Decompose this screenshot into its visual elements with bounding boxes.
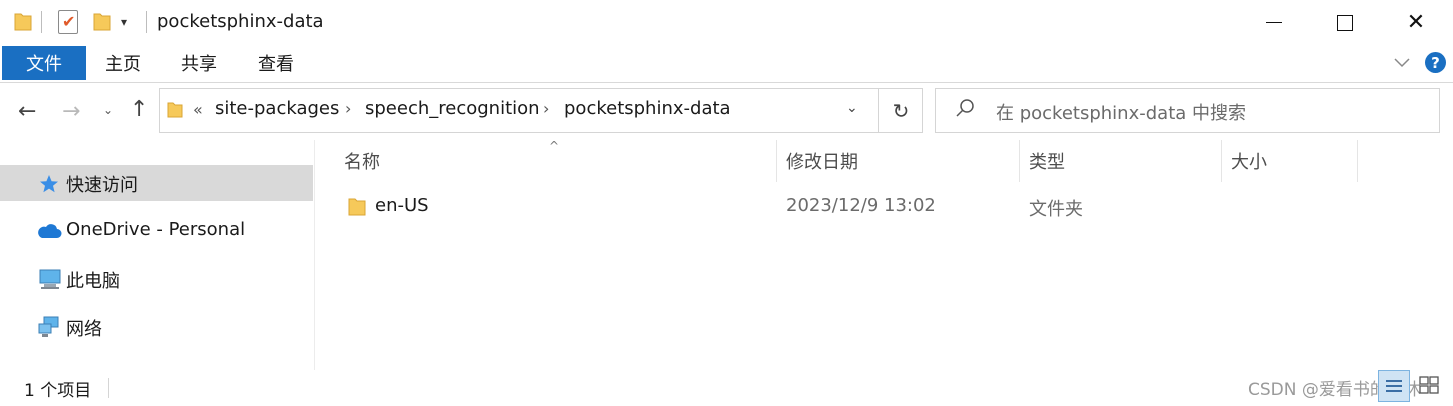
network-icon bbox=[38, 316, 62, 338]
column-divider[interactable] bbox=[776, 140, 777, 182]
search-icon bbox=[954, 97, 976, 124]
cloud-icon bbox=[36, 222, 62, 244]
new-folder-icon[interactable] bbox=[93, 12, 111, 37]
tab-share[interactable]: 共享 bbox=[181, 46, 217, 80]
minimize-icon bbox=[1266, 21, 1282, 24]
tab-home[interactable]: 主页 bbox=[105, 46, 141, 80]
details-view-icon bbox=[1386, 380, 1402, 392]
sort-ascending-icon: ^ bbox=[549, 139, 560, 153]
status-item-count: 1 个项目 bbox=[24, 381, 92, 401]
title-bar: ✔ ▾ pocketsphinx-data ✕ bbox=[0, 0, 1453, 45]
close-icon: ✕ bbox=[1406, 10, 1426, 35]
folder-icon bbox=[348, 197, 366, 222]
breadcrumb-separator-icon[interactable]: › bbox=[345, 99, 351, 118]
tab-file[interactable]: 文件 bbox=[2, 46, 86, 80]
back-arrow-icon[interactable]: ← bbox=[18, 99, 36, 124]
breadcrumb-overflow-icon[interactable]: « bbox=[193, 100, 203, 119]
title-separator bbox=[146, 11, 147, 33]
breadcrumb-pocketsphinx-data[interactable]: pocketsphinx-data bbox=[564, 98, 731, 119]
sidebar-item-quick-access[interactable]: 快速访问 bbox=[0, 165, 313, 201]
column-header-date-modified[interactable]: 修改日期 bbox=[786, 140, 858, 182]
refresh-button[interactable]: ↻ bbox=[878, 89, 923, 132]
sidebar-item-label: OneDrive - Personal bbox=[66, 219, 246, 240]
folder-icon bbox=[167, 101, 183, 124]
column-header-size[interactable]: 大小 bbox=[1231, 140, 1267, 182]
minimize-button[interactable] bbox=[1239, 0, 1309, 45]
search-input[interactable]: 在 pocketsphinx-data 中搜索 bbox=[996, 99, 1246, 125]
recent-locations-icon[interactable]: ⌄ bbox=[103, 103, 113, 117]
column-divider[interactable] bbox=[1019, 140, 1020, 182]
properties-icon[interactable]: ✔ bbox=[58, 10, 78, 34]
status-separator bbox=[108, 378, 109, 398]
address-bar[interactable]: « site-packages › speech_recognition › p… bbox=[159, 88, 923, 133]
large-icons-view-icon bbox=[1419, 376, 1439, 394]
large-icons-view-button[interactable] bbox=[1414, 370, 1446, 402]
column-header-name[interactable]: 名称 bbox=[344, 140, 380, 182]
search-box[interactable]: 在 pocketsphinx-data 中搜索 bbox=[935, 88, 1440, 133]
sidebar-item-onedrive[interactable]: OneDrive - Personal bbox=[0, 213, 313, 249]
quick-access-separator bbox=[41, 11, 42, 33]
sidebar-item-label: 网络 bbox=[66, 319, 102, 340]
star-icon bbox=[38, 173, 62, 195]
sidebar-item-label: 快速访问 bbox=[66, 175, 138, 196]
ribbon-tabs: 文件 主页 共享 查看 bbox=[0, 45, 1453, 83]
folder-icon[interactable] bbox=[14, 12, 32, 37]
quick-access-dropdown-icon[interactable]: ▾ bbox=[121, 15, 127, 29]
file-row[interactable]: en-US 2023/12/9 13:02 文件夹 bbox=[330, 190, 1360, 224]
close-button[interactable]: ✕ bbox=[1381, 0, 1451, 45]
column-header-type[interactable]: 类型 bbox=[1029, 140, 1065, 182]
file-type: 文件夹 bbox=[1029, 199, 1083, 220]
tab-view[interactable]: 查看 bbox=[258, 46, 294, 80]
window-title: pocketsphinx-data bbox=[157, 11, 324, 32]
sidebar-item-this-pc[interactable]: 此电脑 bbox=[0, 261, 313, 297]
sidebar-item-label: 此电脑 bbox=[66, 271, 120, 292]
forward-arrow-icon[interactable]: → bbox=[62, 99, 80, 124]
computer-icon bbox=[38, 268, 62, 290]
details-view-button[interactable] bbox=[1378, 370, 1410, 402]
maximize-button[interactable] bbox=[1310, 0, 1380, 45]
file-name: en-US bbox=[375, 195, 429, 216]
navigation-pane: 快速访问 OneDrive - Personal 此电脑 网络 bbox=[0, 140, 315, 370]
up-arrow-icon[interactable]: ↑ bbox=[130, 97, 148, 122]
address-dropdown-icon[interactable]: ⌄ bbox=[846, 100, 858, 116]
chevron-down-icon[interactable] bbox=[1394, 52, 1410, 68]
breadcrumb-speech-recognition[interactable]: speech_recognition bbox=[365, 98, 540, 119]
sidebar-item-network[interactable]: 网络 bbox=[0, 309, 313, 345]
breadcrumb-site-packages[interactable]: site-packages bbox=[215, 98, 339, 119]
breadcrumb-separator-icon[interactable]: › bbox=[543, 99, 549, 118]
file-date-modified: 2023/12/9 13:02 bbox=[786, 195, 936, 216]
maximize-icon bbox=[1337, 14, 1353, 31]
refresh-icon: ↻ bbox=[892, 98, 910, 123]
help-icon[interactable]: ? bbox=[1425, 52, 1446, 73]
column-divider[interactable] bbox=[1221, 140, 1222, 182]
column-divider[interactable] bbox=[1357, 140, 1358, 182]
